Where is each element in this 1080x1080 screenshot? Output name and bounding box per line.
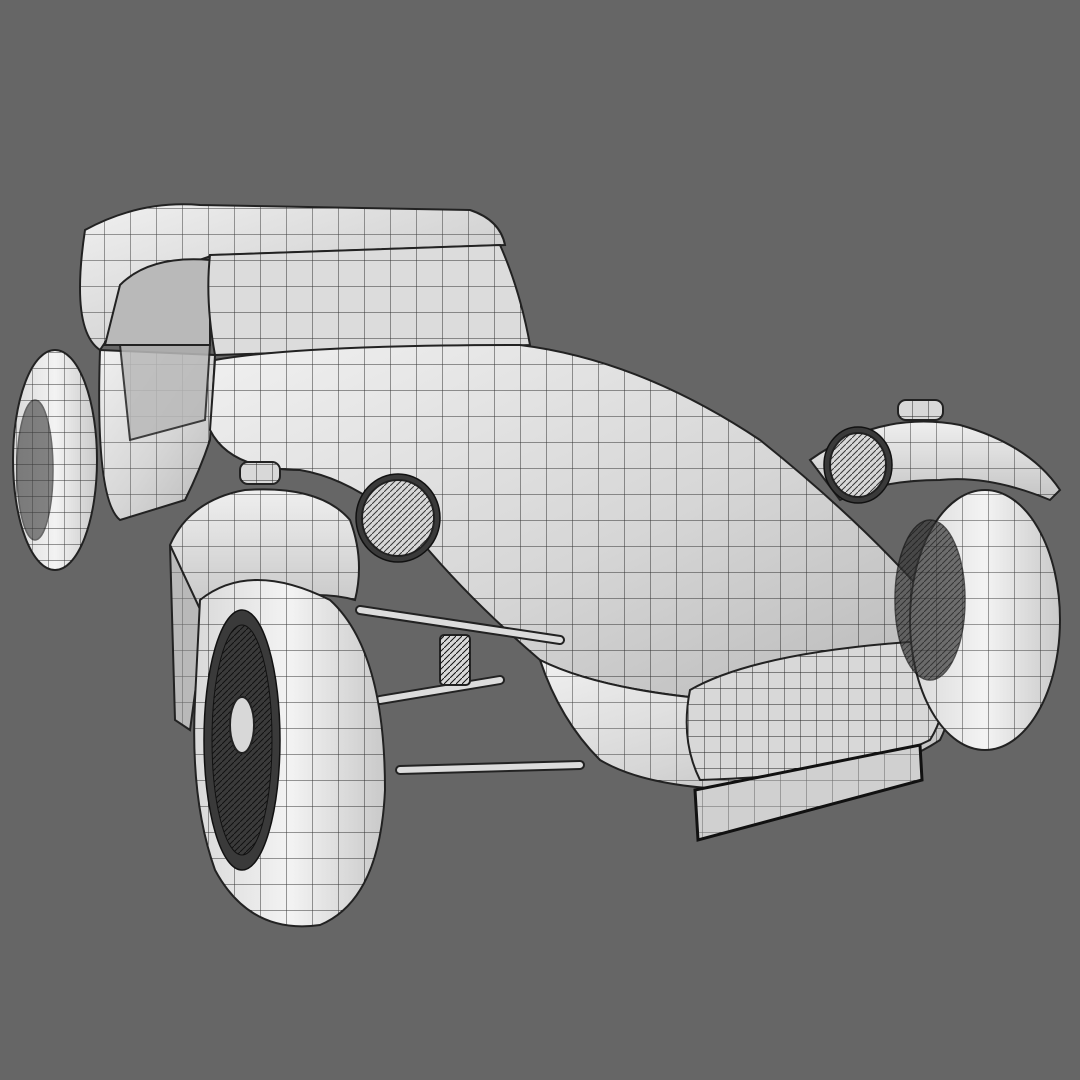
headlight-right	[823, 426, 893, 504]
viewport	[0, 0, 1080, 1080]
car-wireframe-render	[12, 203, 1062, 928]
indicator-right	[897, 399, 944, 421]
body-side-left	[98, 344, 217, 522]
headlight-left	[355, 473, 441, 563]
indicator-left	[239, 461, 281, 485]
windshield	[207, 243, 532, 357]
rear-left-wheel	[12, 349, 98, 571]
front-left-wheel	[193, 579, 387, 928]
front-suspension	[355, 605, 585, 775]
